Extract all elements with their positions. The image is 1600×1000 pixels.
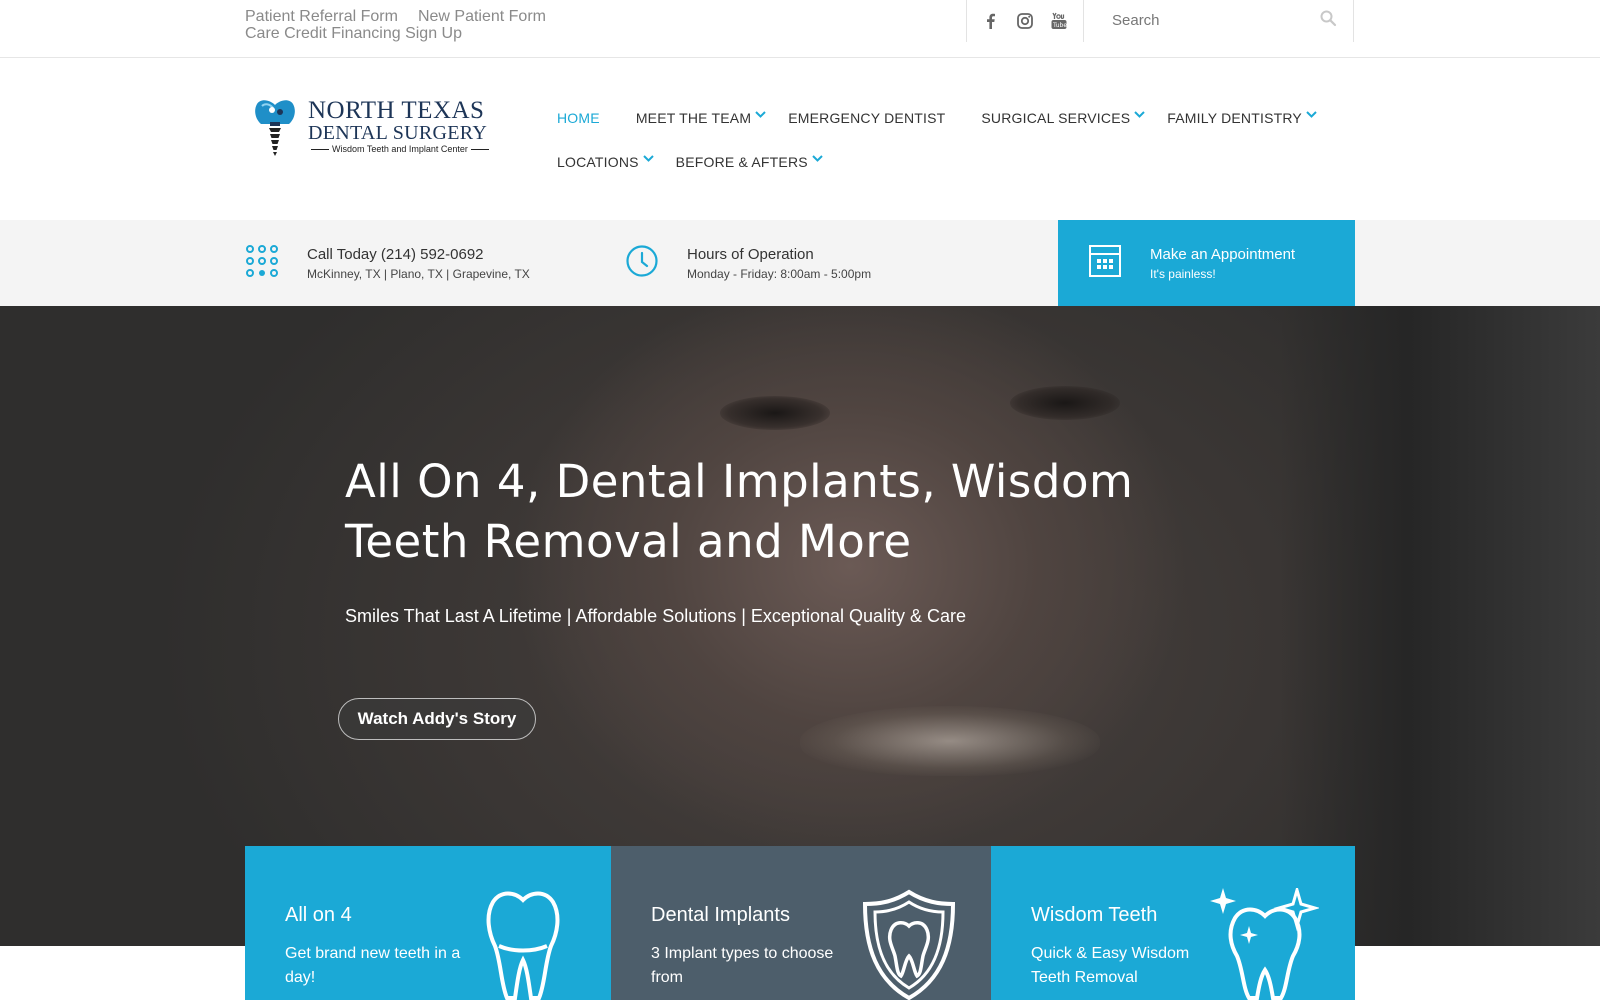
chevron-down-icon [812,155,823,162]
calendar-icon [1088,244,1122,278]
nav-item-emergency-dentist[interactable]: EMERGENCY DENTIST [788,110,945,126]
nav-item-family-dentistry[interactable]: FAMILY DENTISTRY [1167,110,1317,126]
instagram-icon[interactable] [1016,12,1034,30]
service-cards: All on 4 Get brand new teeth in a day! D… [245,846,1355,1000]
card-title: Wisdom Teeth [1031,904,1158,926]
shield-tooth-icon [859,888,959,1000]
logo-tagline: Wisdom Teeth and Implant Center [308,144,488,154]
top-links: Patient Referral Form New Patient Form Ca… [245,8,566,42]
sparkle-tooth-icon [1209,884,1321,1000]
nav-item-surgical-services[interactable]: SURGICAL SERVICES [981,110,1145,126]
care-credit-link[interactable]: Care Credit Financing Sign Up [245,25,462,42]
tooth-implant-logo-icon [252,98,298,158]
card-dental-implants[interactable]: Dental Implants 3 Implant types to choos… [611,846,991,1000]
chevron-down-icon [1134,111,1145,118]
appointment-title: Make an Appointment [1150,246,1296,263]
facebook-icon[interactable] [982,12,1000,30]
dial-pad-icon [245,244,279,278]
youtube-icon[interactable]: Tube [1050,12,1068,30]
social-links: Tube [966,0,1084,42]
call-phone: Call Today (214) 592-0692 [307,246,484,263]
nav-item-label: FAMILY DENTISTRY [1167,110,1302,126]
make-appointment-button[interactable]: Make an Appointment It's painless! [1058,220,1355,306]
new-patient-form-link[interactable]: New Patient Form [418,8,546,25]
call-locations: McKinney, TX | Plano, TX | Grapevine, TX [307,267,530,281]
nav-item-before-afters[interactable]: BEFORE & AFTERS [676,154,823,170]
site-logo[interactable]: NORTH TEXAS DENTAL SURGERY Wisdom Teeth … [252,96,492,160]
nav-item-label: MEET THE TEAM [635,110,752,126]
nav-row-1: HOME MEET THE TEAM EMERGENCY DENTIST SUR… [557,104,1317,132]
card-description: Get brand new teeth in a day! [285,945,461,986]
contact-info-bar: Call Today (214) 592-0692 McKinney, TX |… [0,220,1600,306]
hero-photo-detail [1010,386,1120,420]
nav-item-home[interactable]: HOME [557,110,600,126]
nav-row-2: LOCATIONS BEFORE & AFTERS [557,148,1277,176]
chevron-down-icon [755,111,766,118]
card-title: Dental Implants [651,904,790,926]
call-info[interactable]: Call Today (214) 592-0692 McKinney, TX |… [245,220,605,306]
chevron-down-icon [1306,111,1317,118]
nav-item-label: SURGICAL SERVICES [981,110,1131,126]
hero-photo-detail [720,396,830,430]
card-description: 3 Implant types to choose from [651,945,834,986]
nav-item-meet-the-team[interactable]: MEET THE TEAM [636,110,766,126]
search-box [1084,0,1354,42]
card-title: All on 4 [285,904,352,926]
clock-icon [625,244,659,278]
search-input[interactable] [1112,8,1312,32]
hero-subline: Smiles That Last A Lifetime | Affordable… [345,606,967,626]
main-nav: HOME MEET THE TEAM EMERGENCY DENTIST SUR… [557,104,1317,192]
hero-headline: All On 4, Dental Implants, Wisdom Teeth … [345,455,1134,568]
hours-info: Hours of Operation Monday - Friday: 8:00… [625,220,985,306]
hours-text: Monday - Friday: 8:00am - 5:00pm [687,267,872,281]
chevron-down-icon [642,155,654,162]
hours-title: Hours of Operation [687,246,814,263]
appointment-subtitle: It's painless! [1150,267,1216,281]
svg-text:Tube: Tube [1052,22,1067,29]
patient-referral-form-link[interactable]: Patient Referral Form [245,8,398,25]
nav-item-locations[interactable]: LOCATIONS [557,154,654,170]
tooth-icon [473,888,573,1000]
logo-line-1: NORTH TEXAS [308,97,485,124]
card-description: Quick & Easy Wisdom Teeth Removal [1031,945,1190,986]
top-utility-bar: Patient Referral Form New Patient Form Ca… [0,0,1600,58]
nav-item-label: HOME [557,110,600,126]
card-wisdom-teeth[interactable]: Wisdom Teeth Quick & Easy Wisdom Teeth R… [991,846,1355,1000]
nav-item-label: EMERGENCY DENTIST [788,110,946,126]
watch-story-button[interactable]: Watch Addy's Story [338,698,536,740]
nav-item-label: LOCATIONS [557,154,639,170]
card-all-on-4[interactable]: All on 4 Get brand new teeth in a day! [245,846,611,1000]
search-icon[interactable] [1319,9,1337,27]
hero-photo-detail [800,706,1100,776]
logo-line-2: DENTAL SURGERY [308,122,488,144]
nav-item-label: BEFORE & AFTERS [675,154,808,170]
